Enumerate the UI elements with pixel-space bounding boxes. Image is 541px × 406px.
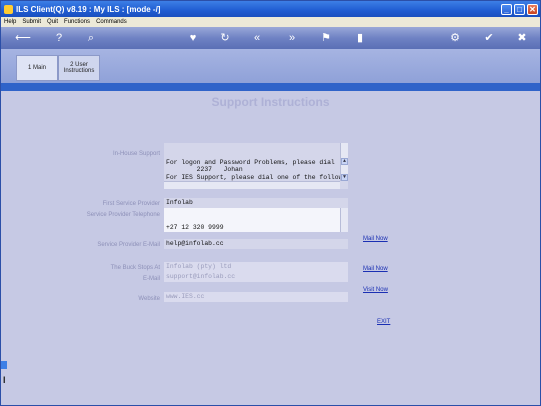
menu-bar: Help Submit Quit Functions Commands: [1, 17, 540, 27]
book-icon[interactable]: ▮: [352, 31, 368, 45]
mail-now-link-1[interactable]: Mail Now: [363, 236, 388, 242]
service-provider-telephone-label: Service Provider Telephone: [86, 212, 160, 218]
rewind-icon[interactable]: «: [249, 31, 265, 45]
menu-quit[interactable]: Quit: [47, 19, 58, 25]
help-icon[interactable]: ?: [51, 31, 67, 45]
exit-link[interactable]: EXIT: [377, 319, 390, 325]
menu-commands[interactable]: Commands: [96, 19, 127, 25]
window-title: ILS Client(Q) v8.19 : My ILS : [mode -/]: [16, 4, 161, 14]
in-house-support-textarea[interactable]: For logon and Password Problems, please …: [164, 143, 348, 189]
search-icon[interactable]: ⌕: [83, 31, 99, 45]
menu-submit[interactable]: Submit: [22, 19, 41, 25]
main-content: Support Instructions In-House Support Fo…: [1, 91, 540, 405]
first-service-provider-field[interactable]: Infolab: [164, 198, 348, 208]
check-icon[interactable]: ✔: [481, 31, 497, 45]
tab-main[interactable]: 1 Main: [16, 55, 58, 81]
minimize-button[interactable]: _: [501, 3, 512, 15]
back-arrow-icon[interactable]: ⟵: [13, 31, 33, 45]
heart-icon[interactable]: ♥: [185, 31, 201, 45]
scroll-up-icon[interactable]: ▲: [341, 157, 348, 165]
mail-now-link-2[interactable]: Mail Now: [363, 266, 388, 272]
menu-functions[interactable]: Functions: [64, 19, 90, 25]
vertical-scrollbar[interactable]: ▲ ▼: [340, 143, 348, 181]
first-service-provider-label: First Service Provider: [102, 201, 160, 207]
menu-help[interactable]: Help: [4, 19, 16, 25]
header-band: [1, 83, 540, 91]
page-title: Support Instructions: [211, 95, 330, 109]
title-bar[interactable]: ILS Client(Q) v8.19 : My ILS : [mode -/]…: [1, 1, 540, 17]
gear-icon[interactable]: ⚙: [447, 31, 463, 45]
app-icon: [4, 4, 13, 14]
visit-now-link[interactable]: Visit Now: [363, 287, 388, 293]
tab-user-instructions-label: 2 User Instructions: [63, 62, 95, 74]
email-field[interactable]: support@infolab.cc: [164, 272, 348, 282]
service-provider-telephone-textarea[interactable]: +27 12 320 9999: [164, 208, 348, 232]
left-edge-indicator: I: [1, 361, 7, 391]
telephone-scrollbar[interactable]: [340, 208, 348, 232]
app-window: ILS Client(Q) v8.19 : My ILS : [mode -/]…: [0, 0, 541, 406]
maximize-button[interactable]: □: [514, 3, 525, 15]
horizontal-scrollbar[interactable]: [164, 181, 340, 189]
website-label: Website: [138, 296, 160, 302]
buck-stops-at-label: The Buck Stops At: [110, 265, 160, 271]
scroll-down-icon[interactable]: ▼: [341, 174, 348, 181]
refresh-icon[interactable]: ↻: [217, 31, 233, 45]
close-icon[interactable]: ✖: [514, 31, 530, 45]
tab-bar: 1 Main 2 User Instructions: [1, 49, 540, 83]
website-field[interactable]: www.IES.cc: [164, 292, 348, 302]
buck-stops-at-field[interactable]: Infolab (pty) ltd: [164, 262, 348, 272]
service-provider-email-label: Service Provider E-Mail: [97, 242, 160, 248]
close-button[interactable]: ✕: [527, 3, 538, 15]
tab-user-instructions[interactable]: 2 User Instructions: [58, 55, 100, 81]
tab-main-label: 1 Main: [27, 65, 46, 71]
forward-icon[interactable]: »: [284, 31, 300, 45]
flag-icon[interactable]: ⚑: [318, 31, 334, 45]
in-house-support-label: In-House Support: [112, 151, 160, 157]
service-provider-email-field[interactable]: help@infolab.cc: [164, 239, 348, 249]
service-provider-telephone-value: +27 12 320 9999: [166, 223, 224, 231]
email-label: E-Mail: [142, 276, 160, 282]
toolbar: ⟵ ? ⌕ ♥ ↻ « » ⚑ ▮ ⚙ ✔ ✖: [1, 27, 540, 49]
